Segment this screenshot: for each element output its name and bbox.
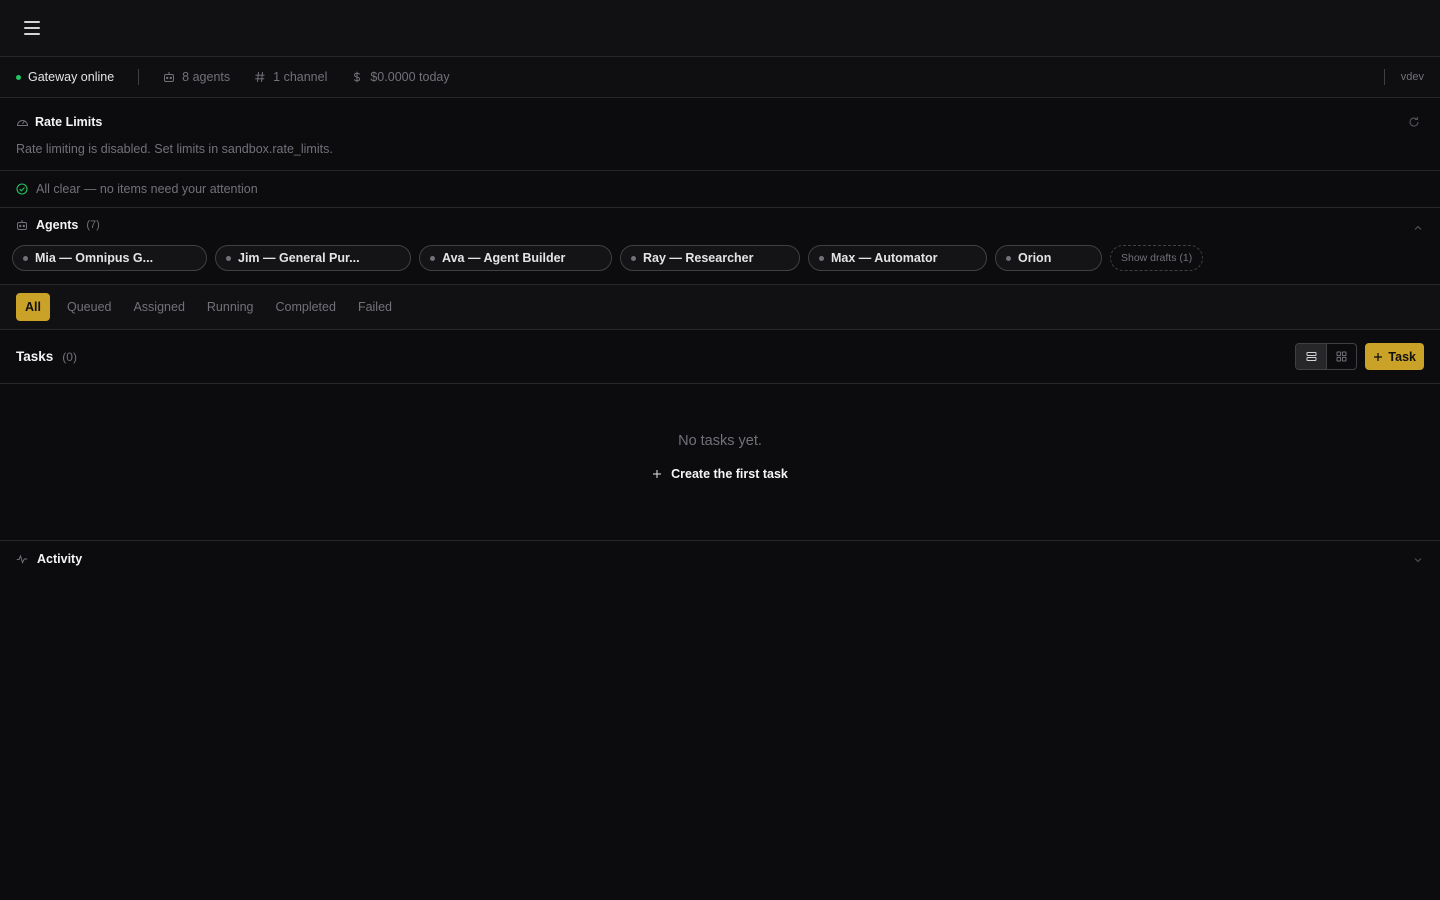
chevron-down-icon	[1414, 558, 1422, 563]
agent-chip-label: Jim — General Pur...	[238, 251, 360, 265]
agents-count: (7)	[86, 219, 100, 231]
tab-running[interactable]: Running	[198, 293, 263, 321]
gauge-icon	[16, 120, 29, 126]
empty-message: No tasks yet.	[678, 433, 762, 449]
activity-title: Activity	[37, 552, 83, 566]
divider	[138, 69, 140, 85]
agent-status-dot-icon	[1006, 255, 1011, 261]
refresh-icon[interactable]	[1408, 116, 1420, 128]
show-drafts-button[interactable]: Show drafts (1)	[1110, 245, 1204, 271]
tasks-title: Tasks	[16, 349, 54, 364]
agent-chip-label: Mia — Omnipus G...	[35, 251, 154, 265]
add-task-button[interactable]: Task	[1365, 343, 1424, 370]
agent-status-dot-icon	[226, 255, 231, 261]
dollar-icon	[354, 71, 361, 83]
attention-banner: All clear — no items need your attention	[0, 171, 1440, 208]
status-bar: Gateway online 8 agents 1 channel $0.000…	[0, 57, 1440, 98]
hash-icon	[255, 71, 265, 83]
cost-stat-label: $0.0000 today	[370, 70, 450, 84]
agent-chip[interactable]: Ray — Researcher	[620, 245, 800, 271]
rate-limits-panel: Rate Limits Rate limiting is disabled. S…	[0, 98, 1440, 171]
tab-failed[interactable]: Failed	[349, 293, 401, 321]
pulse-icon	[16, 554, 28, 564]
agent-chip[interactable]: Mia — Omnipus G...	[12, 245, 207, 271]
version-area: vdev	[1383, 57, 1424, 97]
channels-stat: 1 channel	[254, 70, 327, 84]
rate-limits-title: Rate Limits	[35, 115, 103, 129]
agents-title: Agents	[36, 218, 79, 232]
agent-status-dot-icon	[23, 255, 28, 261]
channels-stat-label: 1 channel	[273, 70, 328, 84]
create-first-task-label: Create the first task	[671, 467, 788, 481]
divider	[1383, 69, 1385, 85]
agent-status-dot-icon	[631, 255, 636, 261]
attention-message: All clear — no items need your attention	[36, 182, 258, 196]
robot-icon	[17, 220, 27, 230]
agent-status-dot-icon	[430, 255, 435, 261]
tasks-header: Tasks (0) Task	[0, 330, 1440, 384]
tab-queued[interactable]: Queued	[58, 293, 120, 321]
task-filter-tabs: All Queued Assigned Running Completed Fa…	[0, 285, 1440, 330]
hamburger-menu-icon[interactable]	[24, 21, 40, 35]
robot-icon	[164, 72, 175, 82]
agent-chip-label: Ava — Agent Builder	[442, 251, 566, 265]
list-view-icon	[1306, 352, 1316, 361]
tab-all[interactable]: All	[16, 293, 50, 321]
tasks-count: (0)	[62, 349, 77, 364]
list-view-button[interactable]	[1296, 344, 1326, 369]
agents-stat-label: 8 agents	[182, 70, 231, 84]
agent-chip-label: Orion	[1018, 251, 1052, 265]
agent-chip[interactable]: Orion	[995, 245, 1102, 271]
agent-chip[interactable]: Jim — General Pur...	[215, 245, 411, 271]
tab-assigned[interactable]: Assigned	[124, 293, 193, 321]
agent-list: Mia — Omnipus G... Jim — General Pur... …	[12, 245, 1428, 271]
top-bar	[0, 0, 1440, 57]
agent-chip-label: Max — Automator	[831, 251, 938, 265]
agent-chip[interactable]: Max — Automator	[808, 245, 987, 271]
agent-chip-label: Ray — Researcher	[643, 251, 754, 265]
activity-section-toggle[interactable]: Activity	[0, 541, 1440, 577]
grid-view-button[interactable]	[1326, 344, 1356, 369]
view-toggle	[1295, 343, 1357, 370]
create-first-task-button[interactable]: Create the first task	[652, 467, 788, 481]
tasks-empty-state: No tasks yet. Create the first task	[0, 384, 1440, 541]
plus-icon	[1374, 352, 1383, 361]
gateway-status-label: Gateway online	[28, 70, 115, 84]
gateway-status: Gateway online	[16, 70, 114, 84]
agent-chip[interactable]: Ava — Agent Builder	[419, 245, 612, 271]
grid-view-icon	[1336, 351, 1347, 362]
agent-status-dot-icon	[819, 255, 824, 261]
tab-completed[interactable]: Completed	[266, 293, 344, 321]
agents-panel: Agents (7) Mia — Omnipus G... Jim — Gene…	[0, 208, 1440, 285]
chevron-up-icon[interactable]	[1412, 222, 1424, 234]
add-task-label: Task	[1388, 349, 1416, 364]
agents-stat: 8 agents	[163, 70, 230, 84]
rate-limits-message: Rate limiting is disabled. Set limits in…	[16, 142, 333, 156]
cost-stat: $0.0000 today	[351, 70, 450, 84]
online-dot-icon	[16, 74, 21, 80]
version-label: vdev	[1400, 71, 1424, 83]
plus-icon	[653, 470, 662, 478]
check-circle-icon	[16, 183, 28, 195]
